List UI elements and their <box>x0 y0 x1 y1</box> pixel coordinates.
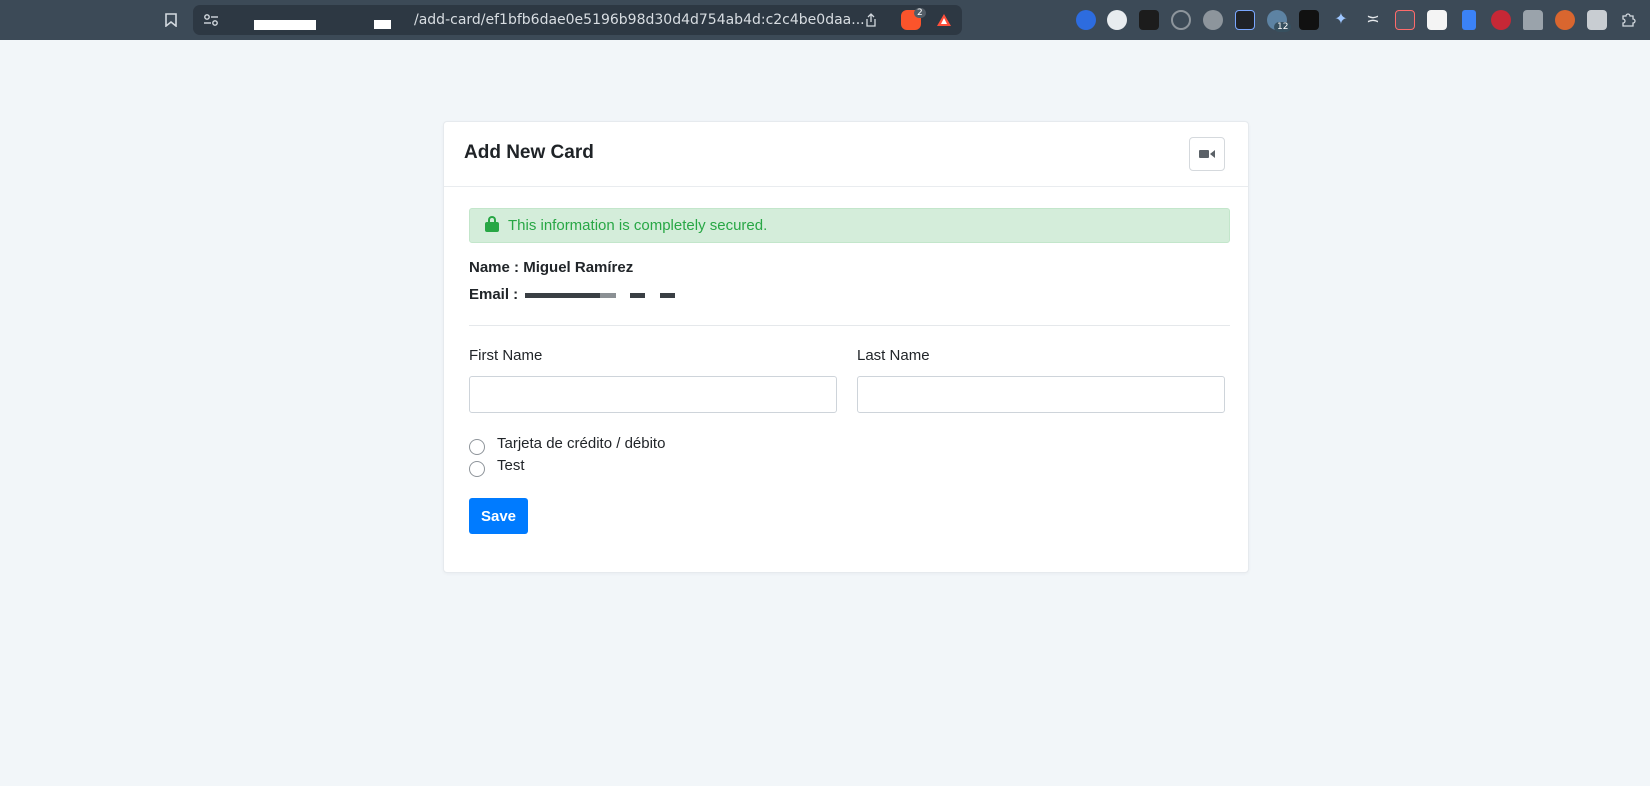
power-icon[interactable] <box>1171 10 1191 30</box>
redacted-email <box>600 293 616 298</box>
customer-email: Email : <box>469 286 518 303</box>
extension-icon[interactable] <box>1427 10 1447 30</box>
bookmark-icon[interactable] <box>160 9 182 31</box>
extension-badge-count: 12 <box>1274 22 1292 32</box>
last-name-input[interactable] <box>857 376 1225 413</box>
url-text[interactable]: /add-card/ef1bfb6dae0e5196b98d30d4d754ab… <box>414 12 865 28</box>
extension-icon[interactable] <box>1523 10 1543 30</box>
extension-icon[interactable] <box>1139 10 1159 30</box>
name-value: Miguel Ramírez <box>523 259 634 276</box>
video-camera-icon <box>1199 150 1215 158</box>
first-name-input[interactable] <box>469 376 837 413</box>
brave-rewards-icon[interactable] <box>933 9 955 31</box>
extension-icon[interactable] <box>1203 10 1223 30</box>
save-button[interactable]: Save <box>469 498 528 534</box>
name-label: Name : <box>469 259 520 276</box>
share-icon[interactable] <box>860 9 882 31</box>
extension-icon[interactable] <box>1555 10 1575 30</box>
last-name-label: Last Name <box>857 347 930 364</box>
redacted-url-segment <box>374 20 391 29</box>
brave-shields-count: 2 <box>914 8 926 18</box>
extension-icon[interactable] <box>1491 10 1511 30</box>
extension-icon[interactable] <box>1587 10 1607 30</box>
redacted-email <box>525 293 600 298</box>
onepassword-icon[interactable] <box>1076 10 1096 30</box>
video-button[interactable] <box>1189 137 1225 171</box>
redacted-email <box>660 293 675 298</box>
card-header: Add New Card <box>444 122 1248 187</box>
extensions-puzzle-icon[interactable] <box>1617 9 1639 31</box>
payment-option-test-radio[interactable] <box>469 461 485 477</box>
customer-name: Name : Miguel Ramírez <box>469 259 633 276</box>
security-alert: This information is completely secured. <box>469 208 1230 243</box>
extension-icon[interactable]: ≍ <box>1363 10 1383 30</box>
extension-icon[interactable] <box>1462 10 1476 30</box>
site-settings-icon[interactable] <box>200 9 222 31</box>
browser-toolbar: /add-card/ef1bfb6dae0e5196b98d30d4d754ab… <box>0 0 1650 40</box>
extension-icon[interactable] <box>1395 10 1415 30</box>
alert-message: This information is completely secured. <box>508 217 768 234</box>
card-title: Add New Card <box>464 142 594 163</box>
payment-option-card-radio[interactable] <box>469 439 485 455</box>
add-card-panel: Add New Card This information is complet… <box>443 121 1249 573</box>
redacted-email <box>630 293 645 298</box>
first-name-label: First Name <box>469 347 543 364</box>
extension-icon[interactable]: ✦ <box>1331 10 1351 30</box>
extension-icon[interactable] <box>1235 10 1255 30</box>
extension-icon[interactable] <box>1107 10 1127 30</box>
payment-option-card-label[interactable]: Tarjeta de crédito / débito <box>497 435 665 452</box>
lock-icon <box>485 216 499 232</box>
email-label: Email : <box>469 286 519 303</box>
extension-icon[interactable] <box>1299 10 1319 30</box>
payment-option-test-label[interactable]: Test <box>497 457 525 474</box>
divider <box>469 325 1230 326</box>
redacted-url-segment <box>254 20 316 30</box>
